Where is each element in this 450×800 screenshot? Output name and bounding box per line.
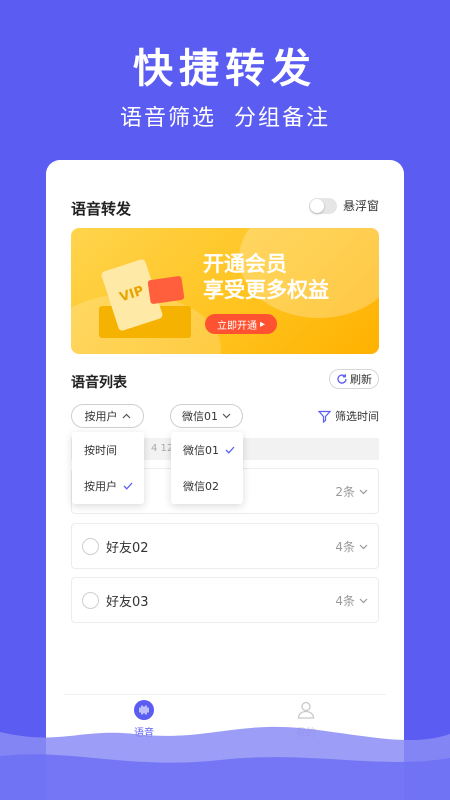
vip-banner[interactable]: VIP 开通会员 享受更多权益 立即开通 ▸ (71, 228, 379, 354)
tab-voice-label: 语音 (134, 728, 154, 739)
dropdown-option-wechat01[interactable]: 微信01 (183, 442, 235, 458)
vip-card-icon (147, 275, 185, 305)
item-count: 2条 (335, 483, 368, 500)
chevron-down-icon (222, 413, 231, 419)
sort-dropdown-menu: 按时间 按用户 (72, 432, 144, 504)
hero-title: 快捷转发 (133, 46, 317, 92)
refresh-icon (337, 374, 347, 384)
toggle-switch[interactable] (308, 197, 337, 214)
open-vip-button[interactable]: 立即开通 ▸ (205, 314, 277, 334)
tabbar-divider (64, 694, 386, 695)
item-checkbox[interactable] (82, 592, 99, 609)
item-name: 好友03 (106, 595, 149, 610)
refresh-label: 刷新 (350, 373, 372, 386)
item-count: 4条 (335, 592, 368, 609)
filter-user-label: 按用户 (84, 410, 118, 423)
wechat-dropdown-menu: 微信01 微信02 (171, 432, 243, 504)
list-item[interactable]: 好友02 4条 (71, 523, 379, 569)
voice-wave-icon (134, 700, 154, 720)
filter-time-button[interactable]: 筛选时间 (318, 408, 379, 424)
chevron-down-icon (359, 489, 368, 494)
vip-illustration: VIP (99, 258, 191, 338)
item-count: 4条 (335, 538, 368, 555)
item-name: 好友02 (106, 541, 149, 556)
float-window-label: 悬浮窗 (342, 199, 379, 213)
check-icon (123, 482, 133, 490)
play-triangle-icon: ▸ (259, 318, 266, 330)
tab-me-label: 我的 (296, 728, 316, 739)
filter-wechat-dropdown[interactable]: 微信01 (170, 404, 243, 428)
tab-me[interactable]: 我的 (276, 700, 336, 739)
float-window-toggle[interactable]: 悬浮窗 (308, 197, 379, 214)
banner-subheadline: 享受更多权益 (203, 278, 329, 302)
chevron-down-icon (359, 544, 368, 549)
tab-voice[interactable]: 语音 (114, 700, 174, 739)
voice-list-title: 语音列表 (71, 375, 127, 391)
open-vip-label: 立即开通 (216, 320, 257, 332)
app-card: 语音转发 悬浮窗 VIP 开通会员 享受更多权益 立即开通 ▸ 语音列表 刷新 … (46, 160, 404, 800)
chevron-up-icon (122, 413, 130, 419)
dropdown-option-user[interactable]: 按用户 (84, 478, 133, 494)
hero-subtitle: 语音筛选 分组备注 (120, 106, 330, 131)
list-item[interactable]: 好友03 4条 (71, 577, 379, 623)
check-icon (225, 446, 235, 454)
user-icon (297, 701, 315, 719)
filter-time-label: 筛选时间 (335, 410, 379, 423)
dropdown-option-time[interactable]: 按时间 (84, 442, 117, 458)
chevron-down-icon (359, 598, 368, 603)
item-checkbox[interactable] (82, 538, 99, 555)
filter-icon (318, 410, 331, 423)
page-title: 语音转发 (71, 200, 132, 218)
filter-user-dropdown[interactable]: 按用户 (71, 404, 144, 428)
dropdown-option-wechat02[interactable]: 微信02 (183, 478, 219, 494)
refresh-button[interactable]: 刷新 (329, 369, 379, 389)
filter-wechat-label: 微信01 (182, 410, 218, 423)
